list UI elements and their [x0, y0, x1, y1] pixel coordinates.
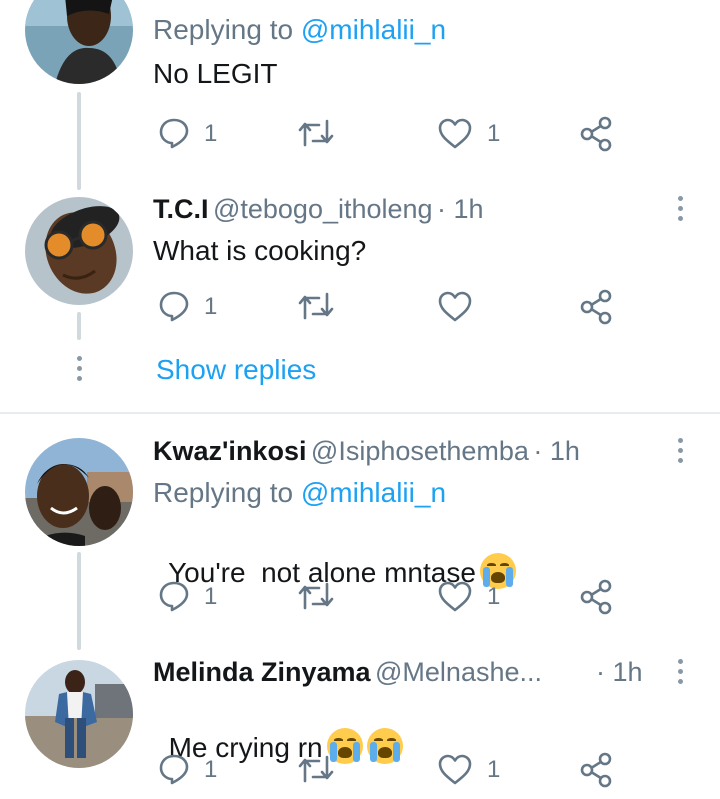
reply-icon[interactable] — [158, 580, 190, 612]
reply-icon[interactable] — [158, 753, 190, 785]
like-count: 1 — [487, 120, 501, 147]
user-handle[interactable]: @Melnashe... — [375, 657, 542, 687]
thread-connector — [77, 312, 81, 340]
tweet-4-header: Melinda Zinyama @Melnashe... — [153, 657, 542, 688]
collapsed-thread-dots — [73, 356, 85, 386]
avatar-photo — [25, 0, 133, 84]
replying-prefix: Replying to — [153, 477, 301, 508]
tweet-text: No LEGIT — [153, 58, 278, 89]
thread-divider — [0, 412, 720, 414]
reply-count: 1 — [204, 756, 218, 783]
display-name[interactable]: T.C.I — [153, 194, 209, 224]
user-handle[interactable]: @tebogo_itholeng — [213, 194, 433, 224]
heart-icon[interactable] — [438, 118, 472, 150]
retweet-icon[interactable] — [297, 119, 335, 147]
retweet-icon[interactable] — [297, 755, 335, 783]
tweet-text-line: Me crying rn — [153, 696, 403, 764]
tweet-text-line: You're not alone mntase — [153, 521, 516, 589]
avatar-user-1[interactable] — [25, 0, 133, 84]
avatar-user-2[interactable] — [25, 197, 133, 305]
avatar-photo — [25, 660, 133, 768]
reply-count: 1 — [204, 120, 218, 147]
display-name[interactable]: Kwaz'inkosi — [153, 436, 306, 466]
more-vertical-icon[interactable] — [674, 438, 686, 468]
show-replies-link[interactable]: Show replies — [156, 354, 316, 386]
avatar-photo — [25, 438, 133, 546]
reply-icon[interactable] — [158, 117, 190, 149]
thread-connector — [77, 92, 81, 190]
tweet-time: · 1h — [533, 436, 580, 466]
heart-icon[interactable] — [438, 754, 472, 786]
share-icon[interactable] — [579, 289, 613, 325]
replying-mention[interactable]: @mihlalii_n — [301, 14, 446, 45]
heart-icon[interactable] — [438, 581, 472, 613]
more-vertical-icon[interactable] — [674, 659, 686, 689]
tweet-time: · 1h — [437, 194, 484, 224]
more-vertical-icon[interactable] — [674, 196, 686, 226]
tweet-2-header: T.C.I @tebogo_itholeng · 1h — [153, 194, 484, 225]
replying-to-line: Replying to @mihlalii_n — [153, 14, 693, 46]
retweet-icon[interactable] — [297, 292, 335, 320]
thread-connector — [77, 552, 81, 650]
retweet-icon[interactable] — [297, 582, 335, 610]
tweet-1-content: Replying to @mihlalii_n No LEGIT — [153, 14, 693, 90]
reply-icon[interactable] — [158, 290, 190, 322]
reply-count: 1 — [204, 293, 218, 320]
avatar-user-3[interactable] — [25, 438, 133, 546]
display-name[interactable]: Melinda Zinyama — [153, 657, 371, 687]
share-icon[interactable] — [579, 752, 613, 788]
tweet-3-header: Kwaz'inkosi @Isiphosethemba · 1h — [153, 436, 580, 467]
like-count: 1 — [487, 756, 501, 783]
share-icon[interactable] — [579, 116, 613, 152]
user-handle[interactable]: @Isiphosethemba — [311, 436, 529, 466]
replying-mention[interactable]: @mihlalii_n — [301, 477, 446, 508]
avatar-photo — [25, 197, 133, 305]
like-count: 1 — [487, 583, 501, 610]
reply-count: 1 — [204, 583, 218, 610]
replying-to-line: Replying to @mihlalii_n — [153, 477, 446, 509]
tweet-text: What is cooking? — [153, 235, 367, 266]
avatar-user-4[interactable] — [25, 660, 133, 768]
loudly-crying-face-emoji — [366, 728, 403, 764]
share-icon[interactable] — [579, 579, 613, 615]
heart-icon[interactable] — [438, 291, 472, 323]
tweet-time: · 1h — [596, 657, 643, 687]
replying-prefix: Replying to — [153, 14, 301, 45]
